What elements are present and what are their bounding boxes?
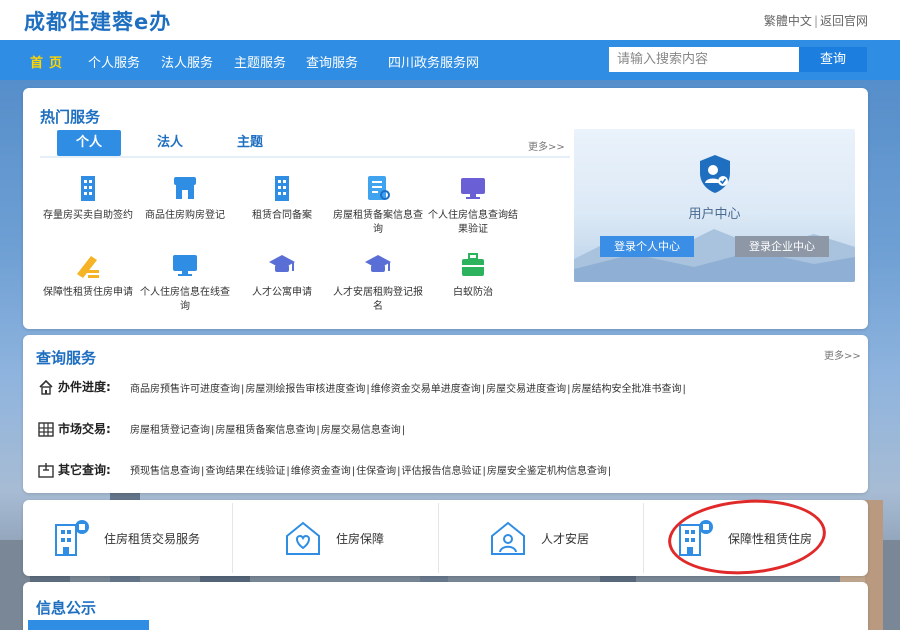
info-tab-indicator: [28, 620, 149, 630]
site-logo[interactable]: 成都住建蓉e办: [24, 6, 171, 36]
tab-legal[interactable]: 法人: [138, 130, 202, 156]
other-links: 预现售信息查询|查询结果在线验证|维修资金查询|住保查询|评估报告信息验证|房屋…: [130, 466, 612, 477]
feature-rental-transaction-service[interactable]: 住房租赁交易服务: [52, 505, 200, 571]
feature-talent-housing[interactable]: 人才安居: [489, 505, 589, 571]
graduation-cap-icon: [365, 255, 391, 272]
hot-services-title: 热门服务: [40, 108, 101, 126]
search-input[interactable]: [609, 47, 799, 72]
top-bar: 成都住建蓉e办 繁體中文 | 返回官网: [0, 0, 900, 40]
link-result-online-verify[interactable]: 查询结果在线验证: [205, 466, 285, 477]
query-row-market: 市场交易:: [38, 420, 111, 437]
nav-topic-services[interactable]: 主题服务: [234, 52, 286, 71]
info-card: [23, 582, 868, 630]
service-termite-control[interactable]: 白蚁防治: [425, 250, 521, 300]
link-housing-security-query[interactable]: 住保查询: [356, 466, 396, 477]
tab-personal[interactable]: 个人: [57, 130, 121, 156]
link-presale-info-query[interactable]: 预现售信息查询: [130, 466, 200, 477]
link-survey-report-progress[interactable]: 房屋测绘报告审核进度查询: [245, 384, 365, 395]
box-icon: [38, 462, 54, 478]
progress-links: 商品房预售许可进度查询|房屋测绘报告审核进度查询|维修资金交易单进度查询|房屋交…: [130, 384, 686, 395]
monitor-icon: [461, 178, 485, 199]
link-transaction-info-query[interactable]: 房屋交易信息查询: [321, 425, 401, 436]
query-row-other: 其它查询:: [38, 461, 111, 478]
top-links: 繁體中文 | 返回官网: [763, 14, 868, 28]
service-talent-apartment-apply[interactable]: 人才公寓申请: [234, 250, 330, 300]
link-safety-appraisal-agency-query[interactable]: 房屋安全鉴定机构信息查询: [487, 466, 607, 477]
user-center-panel: 用户中心 登录个人中心 登录企业中心: [574, 129, 855, 282]
building-grid-icon: [38, 421, 54, 437]
login-enterprise-center-button[interactable]: 登录企业中心: [735, 236, 829, 257]
nav-home[interactable]: 首页: [30, 52, 68, 71]
service-affordable-rental-apply[interactable]: 保障性租赁住房申请: [40, 250, 136, 300]
user-center-title: 用户中心: [688, 207, 741, 222]
house-icon: [39, 379, 53, 395]
link-appraisal-report-verify[interactable]: 评估报告信息验证: [402, 466, 482, 477]
building-icon: [81, 176, 95, 201]
user-shield-icon: [700, 155, 730, 193]
info-title: 信息公示: [36, 599, 97, 617]
rental-building-icon: [55, 520, 89, 556]
service-talent-housing-registration[interactable]: 人才安居租购登记报名: [330, 250, 426, 314]
document-search-icon: [368, 176, 390, 200]
query-services-title: 查询服务: [36, 349, 97, 367]
link-lease-registration-query[interactable]: 房屋租赁登记查询: [130, 425, 210, 436]
search-button[interactable]: 查询: [799, 47, 867, 72]
briefcase-icon: [462, 253, 484, 276]
service-lease-contract-filing[interactable]: 租赁合同备案: [234, 173, 330, 223]
link-house-transaction-progress[interactable]: 房屋交易进度查询: [486, 384, 566, 395]
pen-icon: [77, 256, 99, 278]
nav-personal-services[interactable]: 个人服务: [88, 52, 140, 71]
nav-legal-services[interactable]: 法人服务: [161, 52, 213, 71]
traditional-chinese-link[interactable]: 繁體中文: [764, 14, 812, 28]
nav-sichuan-gov-services[interactable]: 四川政务服务网: [388, 52, 479, 71]
service-lease-filing-query[interactable]: 房屋租赁备案信息查询: [330, 173, 426, 237]
feature-housing-security[interactable]: 住房保障: [284, 505, 384, 571]
query-row-progress: 办件进度:: [38, 378, 111, 395]
building-icon: [275, 176, 289, 201]
service-personal-housing-online-query[interactable]: 个人住房信息在线查询: [137, 250, 233, 314]
market-label: 市场交易:: [58, 422, 111, 436]
progress-label: 办件进度:: [58, 380, 111, 394]
nav-query-services[interactable]: 查询服务: [306, 52, 358, 71]
service-stock-house-signing[interactable]: 存量房买卖自助签约: [40, 173, 136, 223]
link-maintenance-fund-progress[interactable]: 维修资金交易单进度查询: [371, 384, 481, 395]
query-services-more-link[interactable]: 更多>>: [824, 347, 861, 362]
link-maintenance-fund-query[interactable]: 维修资金查询: [291, 466, 351, 477]
login-personal-center-button[interactable]: 登录个人中心: [600, 236, 694, 257]
other-label: 其它查询:: [58, 463, 111, 477]
link-presale-license-progress[interactable]: 商品房预售许可进度查询: [130, 384, 240, 395]
link-lease-filing-info-query[interactable]: 房屋租赁备案信息查询: [215, 425, 315, 436]
house-person-icon: [491, 521, 525, 555]
return-official-site-link[interactable]: 返回官网: [820, 14, 868, 28]
service-personal-housing-result-verify[interactable]: 个人住房信息查询结果验证: [425, 173, 521, 237]
tab-divider: [40, 156, 570, 158]
tab-topic[interactable]: 主题: [218, 130, 282, 156]
monitor-icon: [173, 255, 197, 276]
market-links: 房屋租赁登记查询|房屋租赁备案信息查询|房屋交易信息查询|: [130, 425, 406, 436]
graduation-cap-icon: [269, 255, 295, 272]
house-heart-icon: [286, 521, 320, 555]
link-structure-safety-approval[interactable]: 房屋结构安全批准书查询: [572, 384, 682, 395]
hot-services-more-link[interactable]: 更多>>: [528, 138, 565, 153]
service-commercial-house-registration[interactable]: 商品住房购房登记: [137, 173, 233, 223]
shop-icon: [174, 177, 196, 199]
